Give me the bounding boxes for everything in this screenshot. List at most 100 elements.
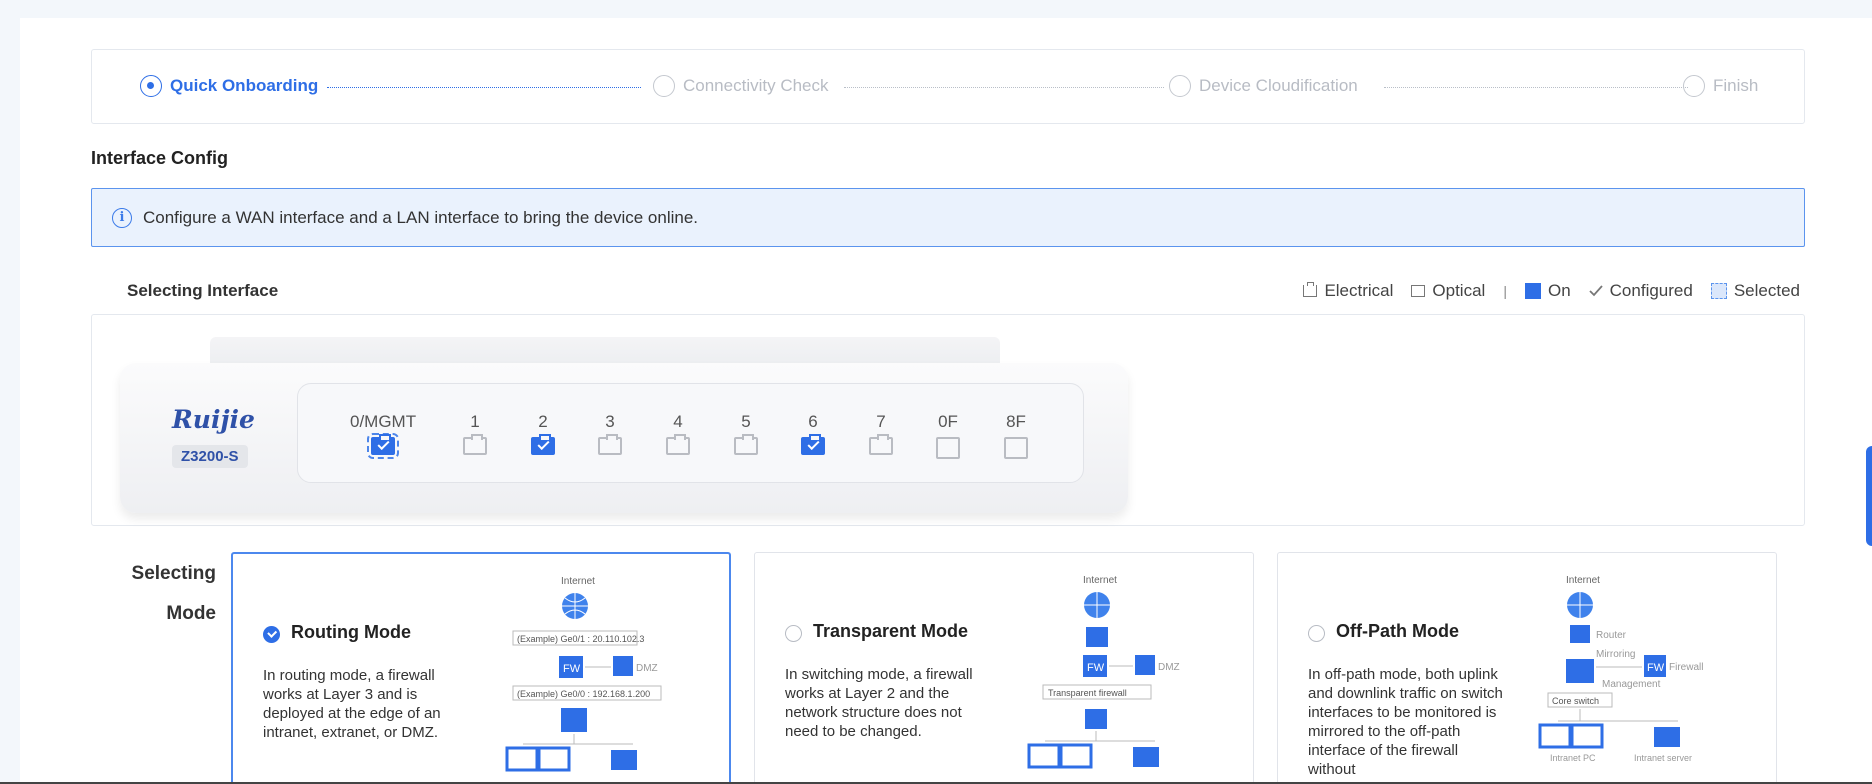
- port-label: 5: [741, 412, 751, 431]
- step-label: Connectivity Check: [683, 76, 829, 95]
- mode-card-off-path[interactable]: Off-Path Mode In off-path mode, both upl…: [1277, 552, 1777, 784]
- port-label: 7: [876, 412, 886, 431]
- port-1[interactable]: 1: [463, 412, 487, 455]
- electrical-port-icon: [1303, 282, 1318, 297]
- mode-card-title: Transparent Mode: [813, 621, 969, 641]
- diagram-label: Transparent firewall: [1048, 688, 1127, 698]
- intranet-pc-icon: [1059, 743, 1093, 769]
- port-optical-icon: [936, 437, 960, 459]
- mode-card-routing[interactable]: Routing Mode In routing mode, a firewall…: [231, 552, 731, 784]
- port-on-icon: [801, 434, 825, 455]
- port-electrical-icon: [869, 434, 893, 455]
- port-label: 0/MGMT: [350, 412, 417, 431]
- diagram-label: Internet: [1083, 575, 1117, 586]
- step-active-icon: [140, 75, 162, 97]
- step-pending-icon: [1683, 75, 1705, 97]
- dmz-server-icon: [1135, 655, 1155, 675]
- diagram-label: FW: [1087, 662, 1105, 674]
- legend-on: On: [1524, 281, 1571, 301]
- mode-card-description: In switching mode, a firewall works at L…: [785, 666, 973, 740]
- port-label: 1: [470, 412, 480, 431]
- port-0f[interactable]: 0F: [936, 412, 960, 459]
- diagram-label: (Example) Ge0/0 : 192.168.1.200: [517, 689, 650, 699]
- port-legend: Electrical Optical | On Configured Selec…: [1285, 281, 1800, 301]
- diagram-label: Router: [1596, 630, 1627, 641]
- port-label: 4: [673, 412, 683, 431]
- port-7[interactable]: 7: [869, 412, 893, 455]
- on-square-icon: [1524, 283, 1541, 299]
- diagram-label: Intranet PC: [1550, 753, 1596, 763]
- step-device-cloudification[interactable]: Device Cloudification: [1169, 75, 1358, 97]
- section-title: Interface Config: [91, 148, 229, 168]
- device-chassis: Ruijie Z3200-S 0/MGMT 1 2 3 4 5 6 7 0F 8…: [120, 363, 1128, 513]
- port-4[interactable]: 4: [666, 412, 690, 455]
- step-quick-onboarding[interactable]: Quick Onboarding: [140, 75, 318, 97]
- mode-card-transparent[interactable]: Transparent Mode In switching mode, a fi…: [754, 552, 1254, 784]
- diagram-label: DMZ: [636, 663, 658, 674]
- core-switch-icon: [1085, 709, 1107, 729]
- legend-optical: Optical: [1411, 281, 1485, 301]
- router-icon: [1086, 627, 1108, 647]
- off-path-topology-diagram: Internet Router Mirroring FW Firewall Ma…: [1538, 575, 1703, 763]
- port-label: 0F: [938, 412, 958, 431]
- intranet-server-icon: [1133, 747, 1159, 767]
- port-8f[interactable]: 8F: [1004, 412, 1028, 459]
- intranet-pc-icon: [1538, 723, 1572, 749]
- step-label: Quick Onboarding: [170, 76, 319, 95]
- diagram-label: (Example) Ge0/1 : 20.110.102.3: [517, 634, 644, 644]
- mode-card-title: Off-Path Mode: [1336, 621, 1459, 641]
- side-drawer-tab[interactable]: [1866, 446, 1872, 546]
- port-2[interactable]: 2: [531, 412, 555, 455]
- legend-electrical: Electrical: [1303, 281, 1393, 301]
- port-panel: 0/MGMT 1 2 3 4 5 6 7 0F 8F: [297, 383, 1084, 483]
- radio-unchecked-icon[interactable]: [1308, 625, 1325, 642]
- diagram-label: Intranet server: [1634, 753, 1692, 763]
- diagram-label: Mirroring: [1596, 649, 1635, 660]
- mode-card-description: In off-path mode, both uplink and downli…: [1308, 666, 1503, 778]
- intranet-server-icon: [611, 750, 637, 770]
- step-label: Device Cloudification: [1199, 76, 1358, 95]
- legend-selected: Selected: [1710, 281, 1800, 301]
- core-switch-icon: [1566, 659, 1594, 683]
- port-6[interactable]: 6: [801, 412, 825, 455]
- brand-logo: Ruijie: [172, 405, 255, 434]
- intranet-pc-icon: [1570, 723, 1604, 749]
- port-label: 6: [808, 412, 818, 431]
- info-icon: i: [112, 207, 132, 228]
- diagram-label: DMZ: [1158, 662, 1180, 673]
- step-connector: [1384, 87, 1688, 88]
- legend-separator: |: [1503, 283, 1507, 299]
- step-connectivity-check[interactable]: Connectivity Check: [653, 75, 829, 97]
- step-finish[interactable]: Finish: [1683, 75, 1758, 97]
- transparent-topology-diagram: Internet FW DMZ Transparent firewall: [1027, 575, 1180, 769]
- port-electrical-icon: [734, 434, 758, 455]
- diagram-label: FW: [563, 663, 581, 675]
- device-model-badge: Z3200-S: [172, 445, 248, 468]
- diagram-label: Firewall: [1669, 662, 1703, 673]
- port-5[interactable]: 5: [734, 412, 758, 455]
- diagram-label: Management: [1602, 679, 1661, 690]
- info-alert: i Configure a WAN interface and a LAN in…: [91, 188, 1805, 247]
- onboarding-steps: Quick Onboarding Connectivity Check Devi…: [91, 49, 1805, 124]
- port-electrical-icon: [598, 434, 622, 455]
- radio-checked-icon[interactable]: [263, 626, 280, 643]
- step-connector: [327, 87, 641, 88]
- selecting-mode-label: Selecting Mode: [131, 563, 216, 624]
- intranet-pc-icon: [537, 746, 571, 772]
- device-panel: Ruijie Z3200-S 0/MGMT 1 2 3 4 5 6 7 0F 8…: [91, 314, 1805, 526]
- router-icon: [1570, 625, 1590, 643]
- port-on-icon: [367, 433, 400, 459]
- port-3[interactable]: 3: [598, 412, 622, 455]
- diagram-label: Internet: [561, 576, 595, 587]
- port-electrical-icon: [666, 434, 690, 455]
- selecting-interface-title: Selecting Interface: [127, 281, 279, 300]
- radio-unchecked-icon[interactable]: [785, 625, 802, 642]
- port-electrical-icon: [463, 434, 487, 455]
- port-on-icon: [531, 434, 555, 455]
- mode-card-title: Routing Mode: [291, 622, 411, 642]
- step-label: Finish: [1713, 76, 1759, 95]
- step-pending-icon: [653, 75, 675, 97]
- selected-square-icon: [1710, 283, 1727, 299]
- port-0-mgmt[interactable]: 0/MGMT: [350, 412, 417, 459]
- alert-text: Configure a WAN interface and a LAN inte…: [143, 207, 699, 227]
